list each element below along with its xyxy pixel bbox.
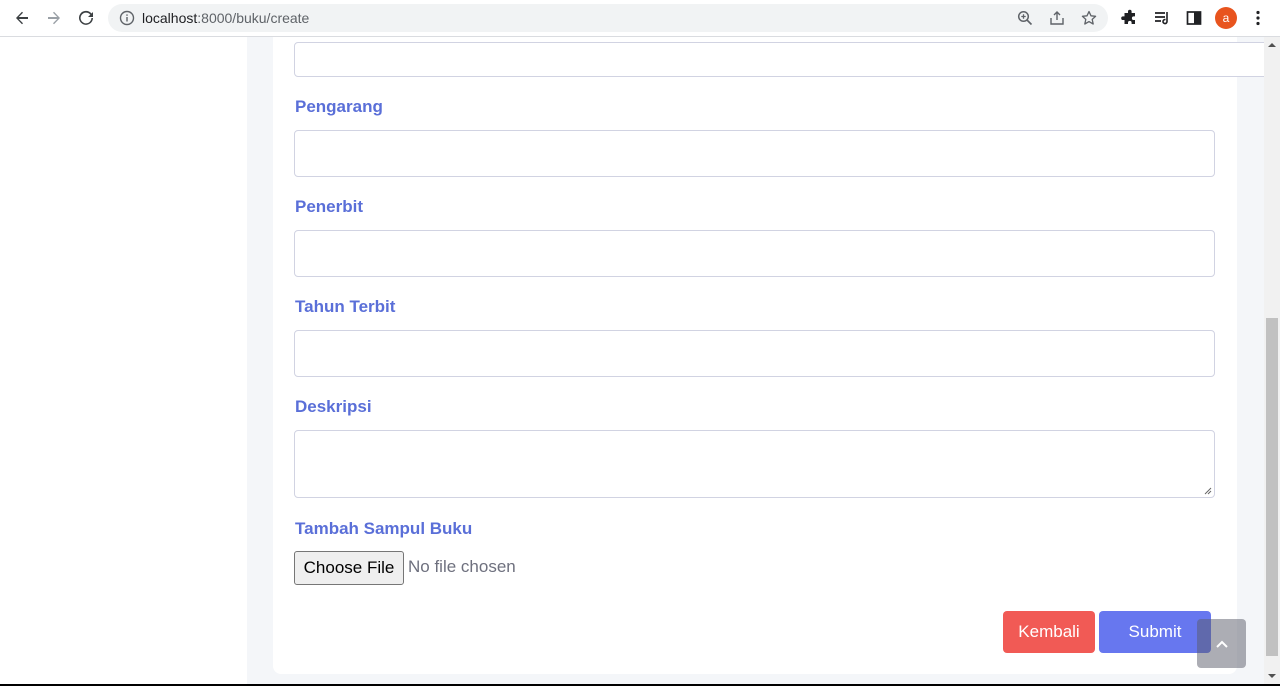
description-label: Deskripsi <box>295 397 372 416</box>
year-input[interactable] <box>294 330 1215 377</box>
author-label: Pengarang <box>295 97 383 116</box>
zoom-icon[interactable] <box>1016 9 1034 27</box>
share-icon[interactable] <box>1048 9 1066 27</box>
file-status-text: No file chosen <box>408 557 516 576</box>
profile-avatar[interactable]: a <box>1215 7 1237 29</box>
cover-label: Tambah Sampul Buku <box>295 519 473 538</box>
bookmark-star-icon[interactable] <box>1080 9 1098 27</box>
scroll-down-arrow-icon[interactable] <box>1268 672 1276 680</box>
page-viewport: Pengarang Penerbit Tahun Terbit Deskrips… <box>0 37 1264 684</box>
site-info-icon[interactable] <box>119 10 135 26</box>
publisher-label: Penerbit <box>295 197 364 216</box>
resize-grip-icon[interactable] <box>1203 486 1212 495</box>
reload-icon[interactable] <box>74 6 98 30</box>
address-bar[interactable]: localhost:8000/buku/create <box>108 4 1108 32</box>
forward-arrow-icon[interactable] <box>42 6 66 30</box>
submit-button[interactable]: Submit <box>1099 611 1211 653</box>
url-host: localhost <box>142 10 198 26</box>
scroll-to-top-button[interactable] <box>1197 619 1246 668</box>
vertical-scrollbar[interactable] <box>1264 37 1280 684</box>
url-text: localhost:8000/buku/create <box>142 10 309 26</box>
browser-toolbar: localhost:8000/buku/create a <box>0 0 1280 37</box>
choose-file-button[interactable]: Choose File <box>294 551 404 585</box>
chevron-up-icon <box>1215 640 1228 648</box>
scrollbar-thumb[interactable] <box>1266 318 1278 656</box>
title-input[interactable] <box>294 42 1264 77</box>
sidebar-area <box>0 37 247 684</box>
extensions-puzzle-icon[interactable] <box>1120 8 1140 28</box>
back-button[interactable]: Kembali <box>1003 611 1095 653</box>
author-input[interactable] <box>294 130 1215 177</box>
year-label: Tahun Terbit <box>295 297 396 316</box>
scroll-up-arrow-icon[interactable] <box>1268 41 1276 49</box>
publisher-input[interactable] <box>294 230 1215 277</box>
description-textarea[interactable] <box>294 430 1215 498</box>
menu-kebab-icon[interactable] <box>1248 8 1268 28</box>
reading-list-icon[interactable] <box>1152 8 1172 28</box>
url-path: :8000/buku/create <box>197 10 310 26</box>
back-arrow-icon[interactable] <box>10 6 34 30</box>
side-panel-icon[interactable] <box>1184 8 1204 28</box>
